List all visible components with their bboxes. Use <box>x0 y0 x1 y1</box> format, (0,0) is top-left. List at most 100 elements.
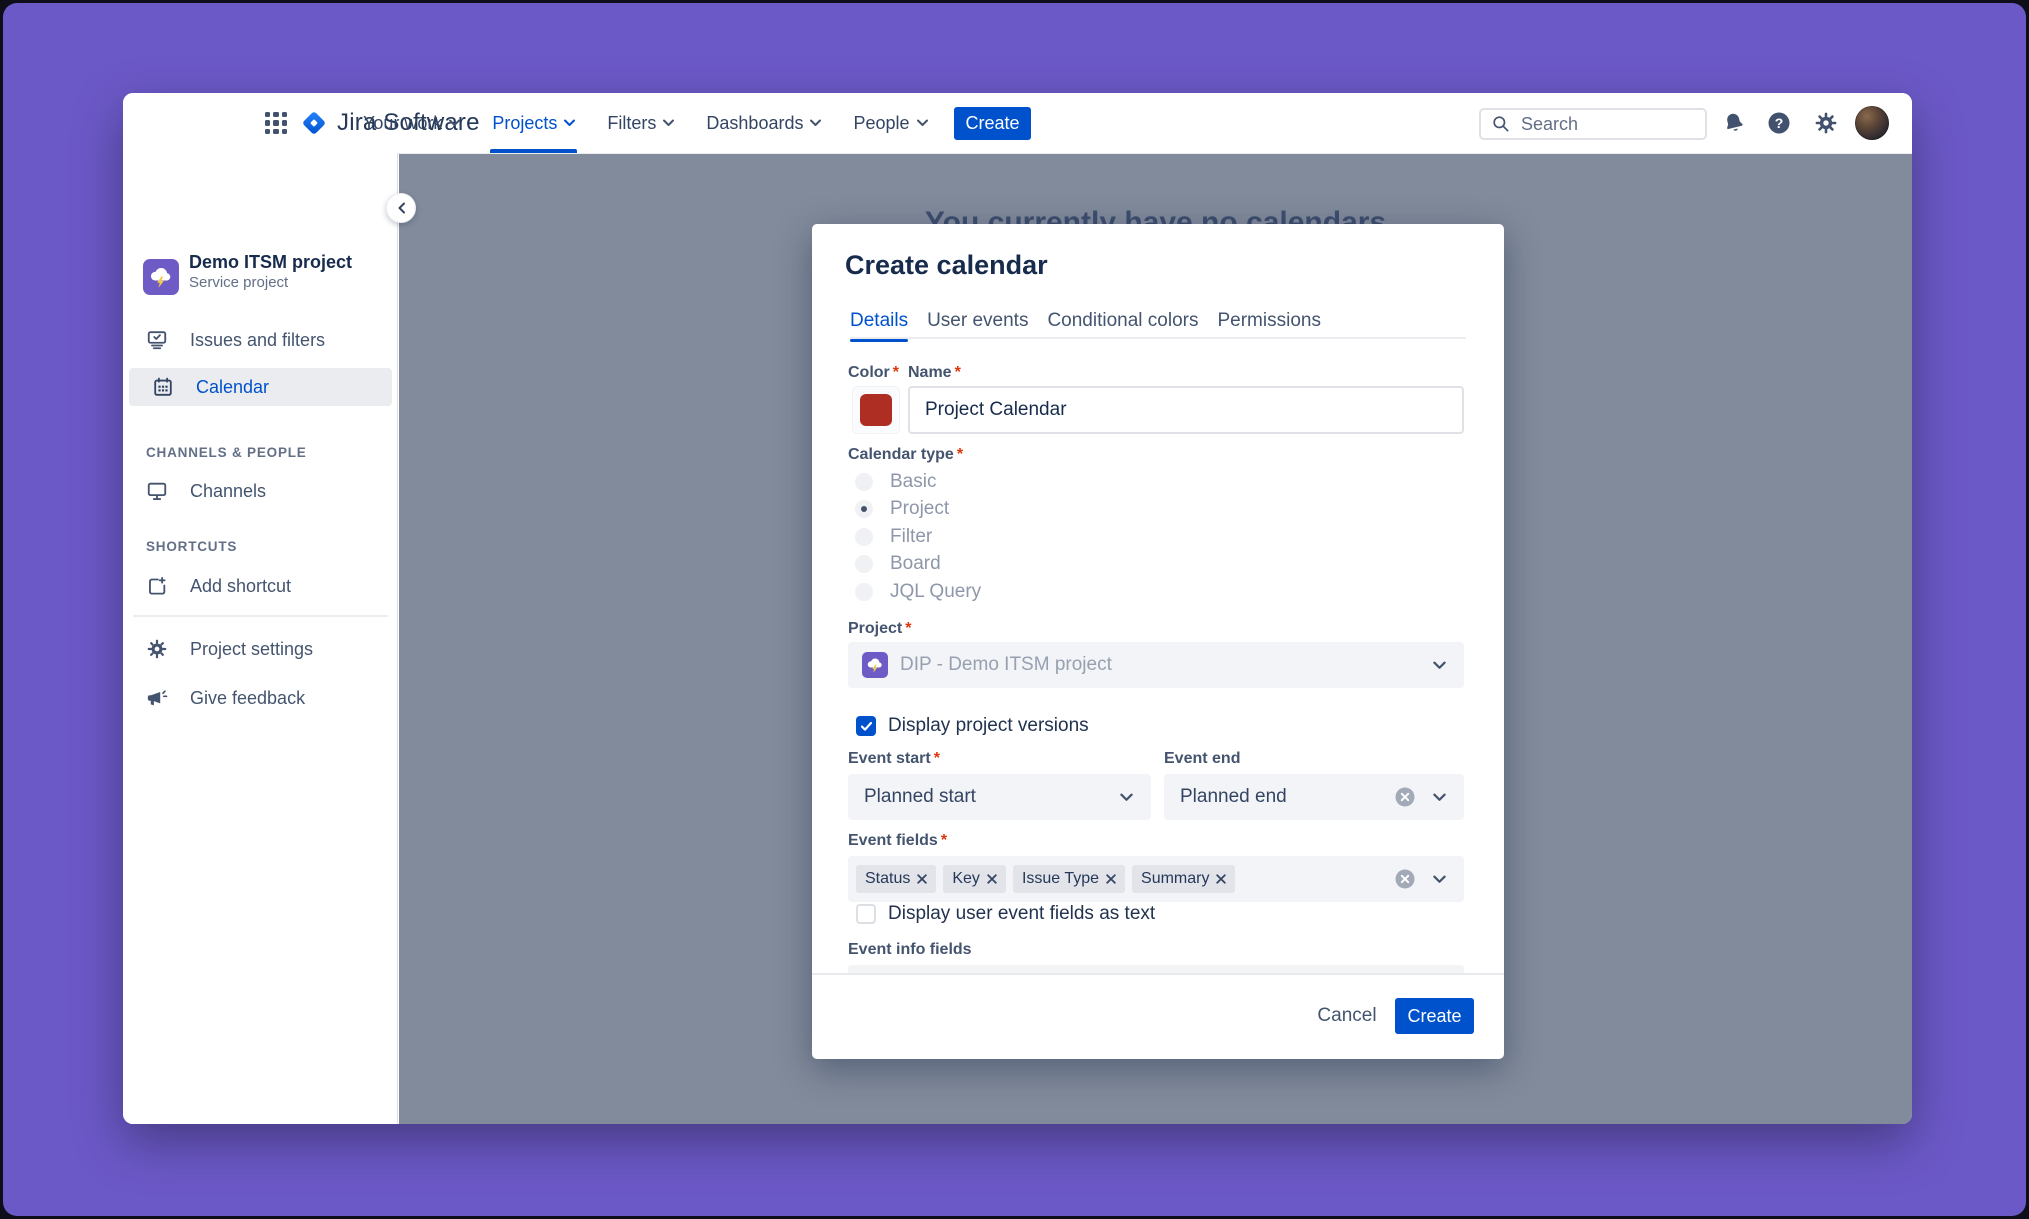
tab-conditional-colors[interactable]: Conditional colors <box>1047 310 1198 334</box>
calendar-name-input[interactable] <box>908 386 1464 434</box>
project-avatar-icon <box>862 652 888 678</box>
desktop-background: Jira Software Your work Projects Filters <box>3 3 2026 1216</box>
jira-logo-icon[interactable] <box>299 108 329 138</box>
color-field-label: Color* <box>848 364 899 382</box>
app-switcher-icon[interactable] <box>265 112 287 134</box>
check-icon <box>860 721 873 732</box>
radio-circle[interactable] <box>855 473 873 491</box>
dialog-tabs: Details User events Conditional colors P… <box>850 310 1321 334</box>
sidebar-item-project-settings[interactable]: Project settings <box>123 630 398 668</box>
chevron-down-icon <box>1433 875 1446 884</box>
screenshot-root: Jira Software Your work Projects Filters <box>0 0 2029 1219</box>
required-asterisk: * <box>957 446 963 463</box>
sidebar-item-add-shortcut[interactable]: Add shortcut <box>123 567 398 605</box>
sidebar-item-label: Give feedback <box>190 688 305 709</box>
search-input[interactable] <box>1519 113 1683 136</box>
nav-item-dashboards[interactable]: Dashboards <box>706 93 821 153</box>
create-calendar-submit-button[interactable]: Create <box>1395 998 1474 1034</box>
sidebar-item-label: Channels <box>190 481 266 502</box>
display-user-fields-checkbox-row[interactable]: Display user event fields as text <box>856 903 1155 925</box>
nav-item-filters[interactable]: Filters <box>607 93 674 153</box>
radio-option-filter[interactable]: Filter <box>848 523 932 551</box>
chevron-down-icon <box>449 119 460 127</box>
radio-circle-selected[interactable] <box>855 500 873 518</box>
chevron-down-icon <box>810 119 821 127</box>
svg-text:?: ? <box>1775 115 1784 131</box>
clear-field-icon[interactable] <box>1394 786 1416 808</box>
search-icon <box>1491 114 1511 134</box>
event-info-select-partial[interactable] <box>848 965 1464 973</box>
sidebar-section-channels-people: CHANNELS & PEOPLE <box>146 445 307 460</box>
display-versions-checkbox-row[interactable]: Display project versions <box>856 714 1089 738</box>
required-asterisk: * <box>893 364 899 381</box>
chevron-down-icon <box>1433 661 1446 670</box>
user-avatar[interactable] <box>1855 106 1889 140</box>
remove-tag-icon[interactable] <box>1216 874 1226 884</box>
help-icon[interactable]: ? <box>1767 111 1791 135</box>
remove-tag-icon[interactable] <box>987 874 997 884</box>
dialog-title: Create calendar <box>845 250 1048 281</box>
remove-tag-icon[interactable] <box>917 874 927 884</box>
color-picker-button[interactable] <box>852 386 900 434</box>
global-create-button[interactable]: Create <box>954 107 1031 140</box>
radio-circle[interactable] <box>855 528 873 546</box>
nav-item-projects[interactable]: Projects <box>492 93 575 153</box>
search-field[interactable] <box>1479 108 1707 140</box>
chevron-down-icon <box>1120 793 1133 802</box>
tab-user-events[interactable]: User events <box>927 310 1028 334</box>
sidebar-item-issues-and-filters[interactable]: Issues and filters <box>123 321 398 359</box>
tag-key: Key <box>943 865 1006 893</box>
project-select-value: DIP - Demo ITSM project <box>900 654 1112 676</box>
chevron-down-icon <box>663 119 674 127</box>
remove-tag-icon[interactable] <box>1106 874 1116 884</box>
radio-circle[interactable] <box>855 583 873 601</box>
name-field-label: Name* <box>908 364 961 382</box>
sidebar-item-calendar[interactable]: Calendar <box>129 368 392 406</box>
sidebar-section-shortcuts: SHORTCUTS <box>146 539 237 554</box>
sidebar-item-label: Issues and filters <box>190 330 325 351</box>
radio-option-jql-query[interactable]: JQL Query <box>848 578 981 606</box>
sidebar-item-channels[interactable]: Channels <box>123 472 398 510</box>
radio-option-project[interactable]: Project <box>848 496 949 524</box>
chevron-down-icon <box>564 119 575 127</box>
cancel-button[interactable]: Cancel <box>1307 998 1387 1034</box>
chevron-left-icon <box>397 202 406 214</box>
gear-icon <box>146 638 168 660</box>
event-start-value: Planned start <box>848 786 976 808</box>
selected-field-tags: Status Key Issue Type Summary <box>848 865 1235 893</box>
radio-circle[interactable] <box>855 555 873 573</box>
checkbox-unchecked[interactable] <box>856 904 876 924</box>
clear-field-icon[interactable] <box>1394 868 1416 890</box>
nav-item-people[interactable]: People <box>853 93 927 153</box>
event-end-select[interactable]: Planned end <box>1164 774 1464 820</box>
event-fields-multiselect[interactable]: Status Key Issue Type Summary <box>848 856 1464 902</box>
checkbox-checked[interactable] <box>856 716 876 736</box>
color-swatch <box>860 394 892 426</box>
sidebar-collapse-button[interactable] <box>386 193 416 223</box>
calendar-type-label: Calendar type* <box>848 446 963 464</box>
required-asterisk: * <box>955 364 961 381</box>
event-start-select[interactable]: Planned start <box>848 774 1151 820</box>
event-end-label: Event end <box>1164 750 1240 768</box>
sidebar-item-label: Calendar <box>196 377 269 398</box>
tab-permissions[interactable]: Permissions <box>1217 310 1320 334</box>
sidebar-item-label: Project settings <box>190 639 313 660</box>
top-navbar: Jira Software Your work Projects Filters <box>123 93 1912 154</box>
sidebar-item-give-feedback[interactable]: Give feedback <box>123 679 398 717</box>
checkbox-label: Display project versions <box>888 715 1089 737</box>
browser-app-window: Jira Software Your work Projects Filters <box>123 93 1912 1124</box>
required-asterisk: * <box>905 620 911 637</box>
settings-gear-icon[interactable] <box>1814 111 1838 135</box>
tab-details[interactable]: Details <box>850 310 908 334</box>
event-end-value: Planned end <box>1164 786 1287 808</box>
radio-option-basic[interactable]: Basic <box>848 468 936 496</box>
notifications-bell-icon[interactable] <box>1722 111 1746 135</box>
project-select[interactable]: DIP - Demo ITSM project <box>848 642 1464 688</box>
sidebar-divider <box>133 615 388 617</box>
event-info-fields-label: Event info fields <box>848 941 972 959</box>
scroll-area-divider <box>812 973 1504 975</box>
tabs-divider <box>850 337 1466 339</box>
nav-item-your-work[interactable]: Your work <box>363 93 460 153</box>
radio-option-board[interactable]: Board <box>848 551 941 579</box>
tag-issue-type: Issue Type <box>1013 865 1125 893</box>
